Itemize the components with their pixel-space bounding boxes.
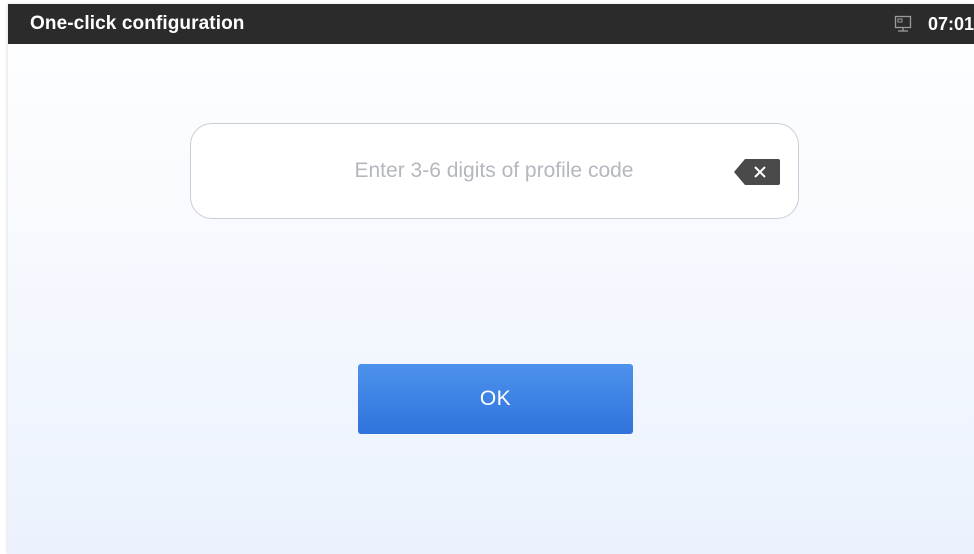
status-clock: 07:01 (927, 14, 974, 34)
profile-code-input[interactable] (231, 124, 757, 217)
config-screen: One-click configuration 07:01 OK (8, 4, 974, 554)
profile-code-field[interactable] (190, 123, 799, 219)
ok-button[interactable]: OK (358, 364, 633, 434)
status-indicators: 07:01 (894, 4, 974, 44)
status-bar: One-click configuration 07:01 (8, 4, 974, 44)
backspace-icon[interactable] (734, 159, 780, 185)
ethernet-icon (894, 15, 912, 32)
page-title: One-click configuration (30, 13, 245, 34)
